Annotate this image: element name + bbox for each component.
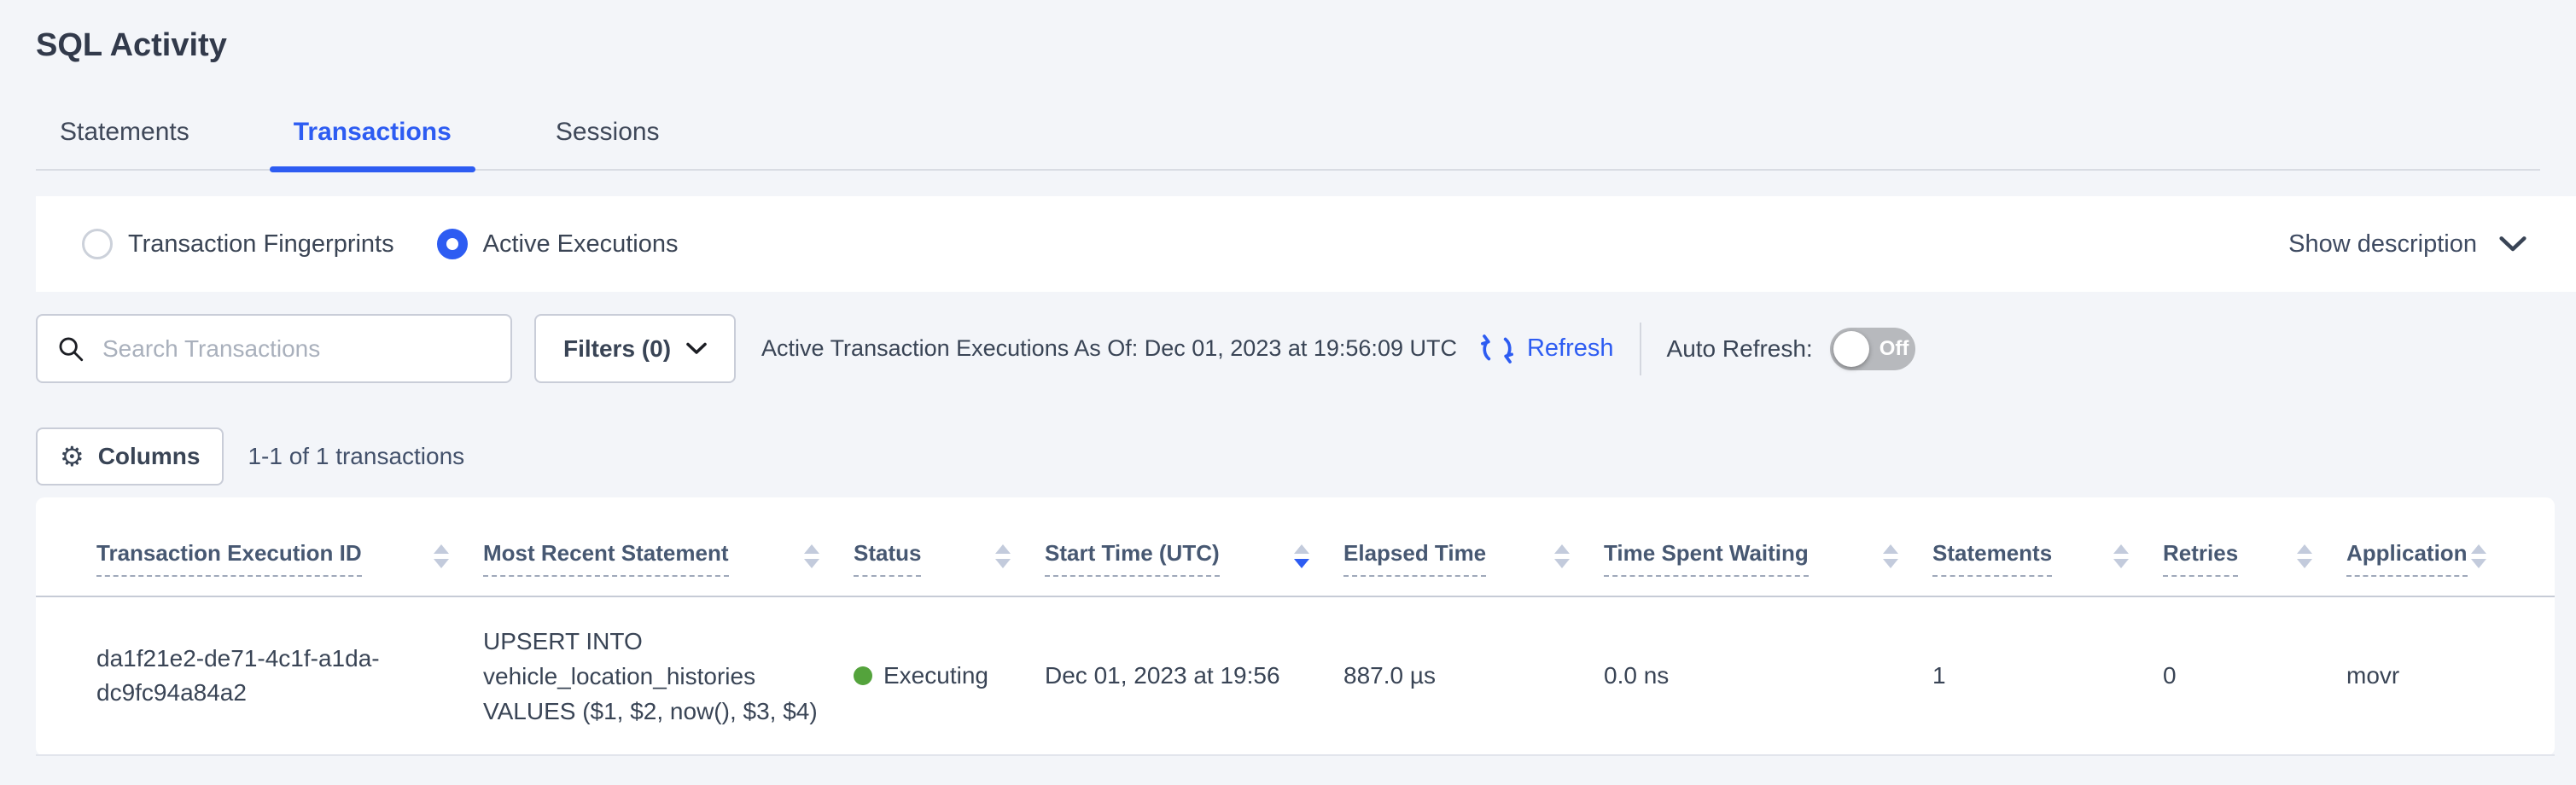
refresh-button[interactable]: Refresh [1479, 331, 1614, 367]
radio-label: Transaction Fingerprints [128, 230, 394, 259]
columns-button[interactable]: ⚙ Columns [36, 427, 224, 486]
page-title: SQL Activity [0, 0, 2576, 65]
radio-unselected-icon [82, 229, 113, 259]
radio-label: Active Executions [483, 230, 679, 259]
sort-icon [2113, 544, 2129, 573]
tab-statements[interactable]: Statements [36, 116, 213, 169]
filters-label: Filters (0) [563, 335, 671, 363]
tab-bar: Statements Transactions Sessions [36, 116, 2540, 171]
gear-icon: ⚙ [60, 443, 85, 470]
sort-icon-active-desc [1294, 544, 1309, 573]
show-description-toggle[interactable]: Show description [2288, 230, 2526, 259]
column-header-retries[interactable]: Retries [2163, 540, 2346, 596]
controls-section: Filters (0) Active Transaction Execution… [0, 292, 2576, 486]
cell-application: movr [2346, 662, 2521, 689]
cell-transaction-execution-id[interactable]: da1f21e2-de71-4c1f-a1da-dc9fc94a84a2 [96, 642, 483, 710]
column-header-statements[interactable]: Statements [1932, 540, 2163, 596]
column-header-elapsed-time[interactable]: Elapsed Time [1343, 540, 1604, 596]
table-header-row: Transaction Execution ID Most Recent Sta… [36, 497, 2555, 597]
filters-button[interactable]: Filters (0) [534, 314, 736, 383]
search-input[interactable] [101, 334, 492, 363]
sort-icon [1883, 544, 1898, 573]
sort-icon [1554, 544, 1570, 573]
column-header-time-spent-waiting[interactable]: Time Spent Waiting [1604, 540, 1932, 596]
view-mode-card: Transaction Fingerprints Active Executio… [36, 196, 2576, 292]
as-of-text: Active Transaction Executions As Of: Dec… [761, 335, 1457, 362]
toggle-knob [1833, 331, 1869, 367]
result-count: 1-1 of 1 transactions [248, 443, 464, 470]
sort-icon [804, 544, 819, 573]
column-header-most-recent-statement[interactable]: Most Recent Statement [483, 540, 854, 596]
show-description-label: Show description [2288, 230, 2477, 259]
refresh-icon [1479, 331, 1515, 367]
column-header-application[interactable]: Application [2346, 540, 2521, 596]
cell-statements: 1 [1932, 662, 2163, 689]
chevron-down-icon [2499, 236, 2526, 253]
status-label: Executing [883, 662, 988, 689]
radio-selected-icon [437, 229, 468, 259]
radio-transaction-fingerprints[interactable]: Transaction Fingerprints [82, 229, 394, 259]
column-header-status[interactable]: Status [854, 540, 1045, 596]
search-input-wrapper [36, 314, 512, 383]
table-row: da1f21e2-de71-4c1f-a1da-dc9fc94a84a2 UPS… [36, 597, 2555, 756]
sort-icon [2471, 544, 2486, 573]
tab-transactions[interactable]: Transactions [270, 116, 475, 169]
sql-activity-page: SQL Activity Statements Transactions Ses… [0, 0, 2576, 785]
table-toolbar: ⚙ Columns 1-1 of 1 transactions [36, 427, 2576, 486]
toggle-state-label: Off [1880, 337, 1909, 361]
auto-refresh-label: Auto Refresh: [1667, 335, 1813, 363]
status-executing-dot-icon [854, 666, 872, 685]
refresh-label: Refresh [1527, 334, 1614, 363]
vertical-divider [1640, 323, 1641, 375]
column-header-transaction-execution-id[interactable]: Transaction Execution ID [96, 540, 483, 596]
chevron-down-icon [686, 342, 707, 355]
column-header-start-time[interactable]: Start Time (UTC) [1045, 540, 1343, 596]
sort-icon [434, 544, 449, 573]
cell-elapsed-time: 887.0 µs [1343, 662, 1604, 689]
auto-refresh-toggle[interactable]: Off [1830, 328, 1915, 370]
cell-most-recent-statement: UPSERT INTO vehicle_location_histories V… [483, 624, 854, 729]
tab-sessions[interactable]: Sessions [532, 116, 684, 169]
cell-retries: 0 [2163, 662, 2346, 689]
radio-active-executions[interactable]: Active Executions [437, 229, 679, 259]
cell-status: Executing [854, 662, 1045, 689]
transactions-table: Transaction Execution ID Most Recent Sta… [36, 497, 2555, 756]
columns-label: Columns [98, 443, 201, 470]
cell-time-spent-waiting: 0.0 ns [1604, 662, 1932, 689]
search-icon [56, 334, 85, 363]
sort-icon [995, 544, 1011, 573]
cell-start-time: Dec 01, 2023 at 19:56 [1045, 662, 1343, 689]
sort-icon [2297, 544, 2312, 573]
controls-row: Filters (0) Active Transaction Execution… [36, 314, 2576, 383]
